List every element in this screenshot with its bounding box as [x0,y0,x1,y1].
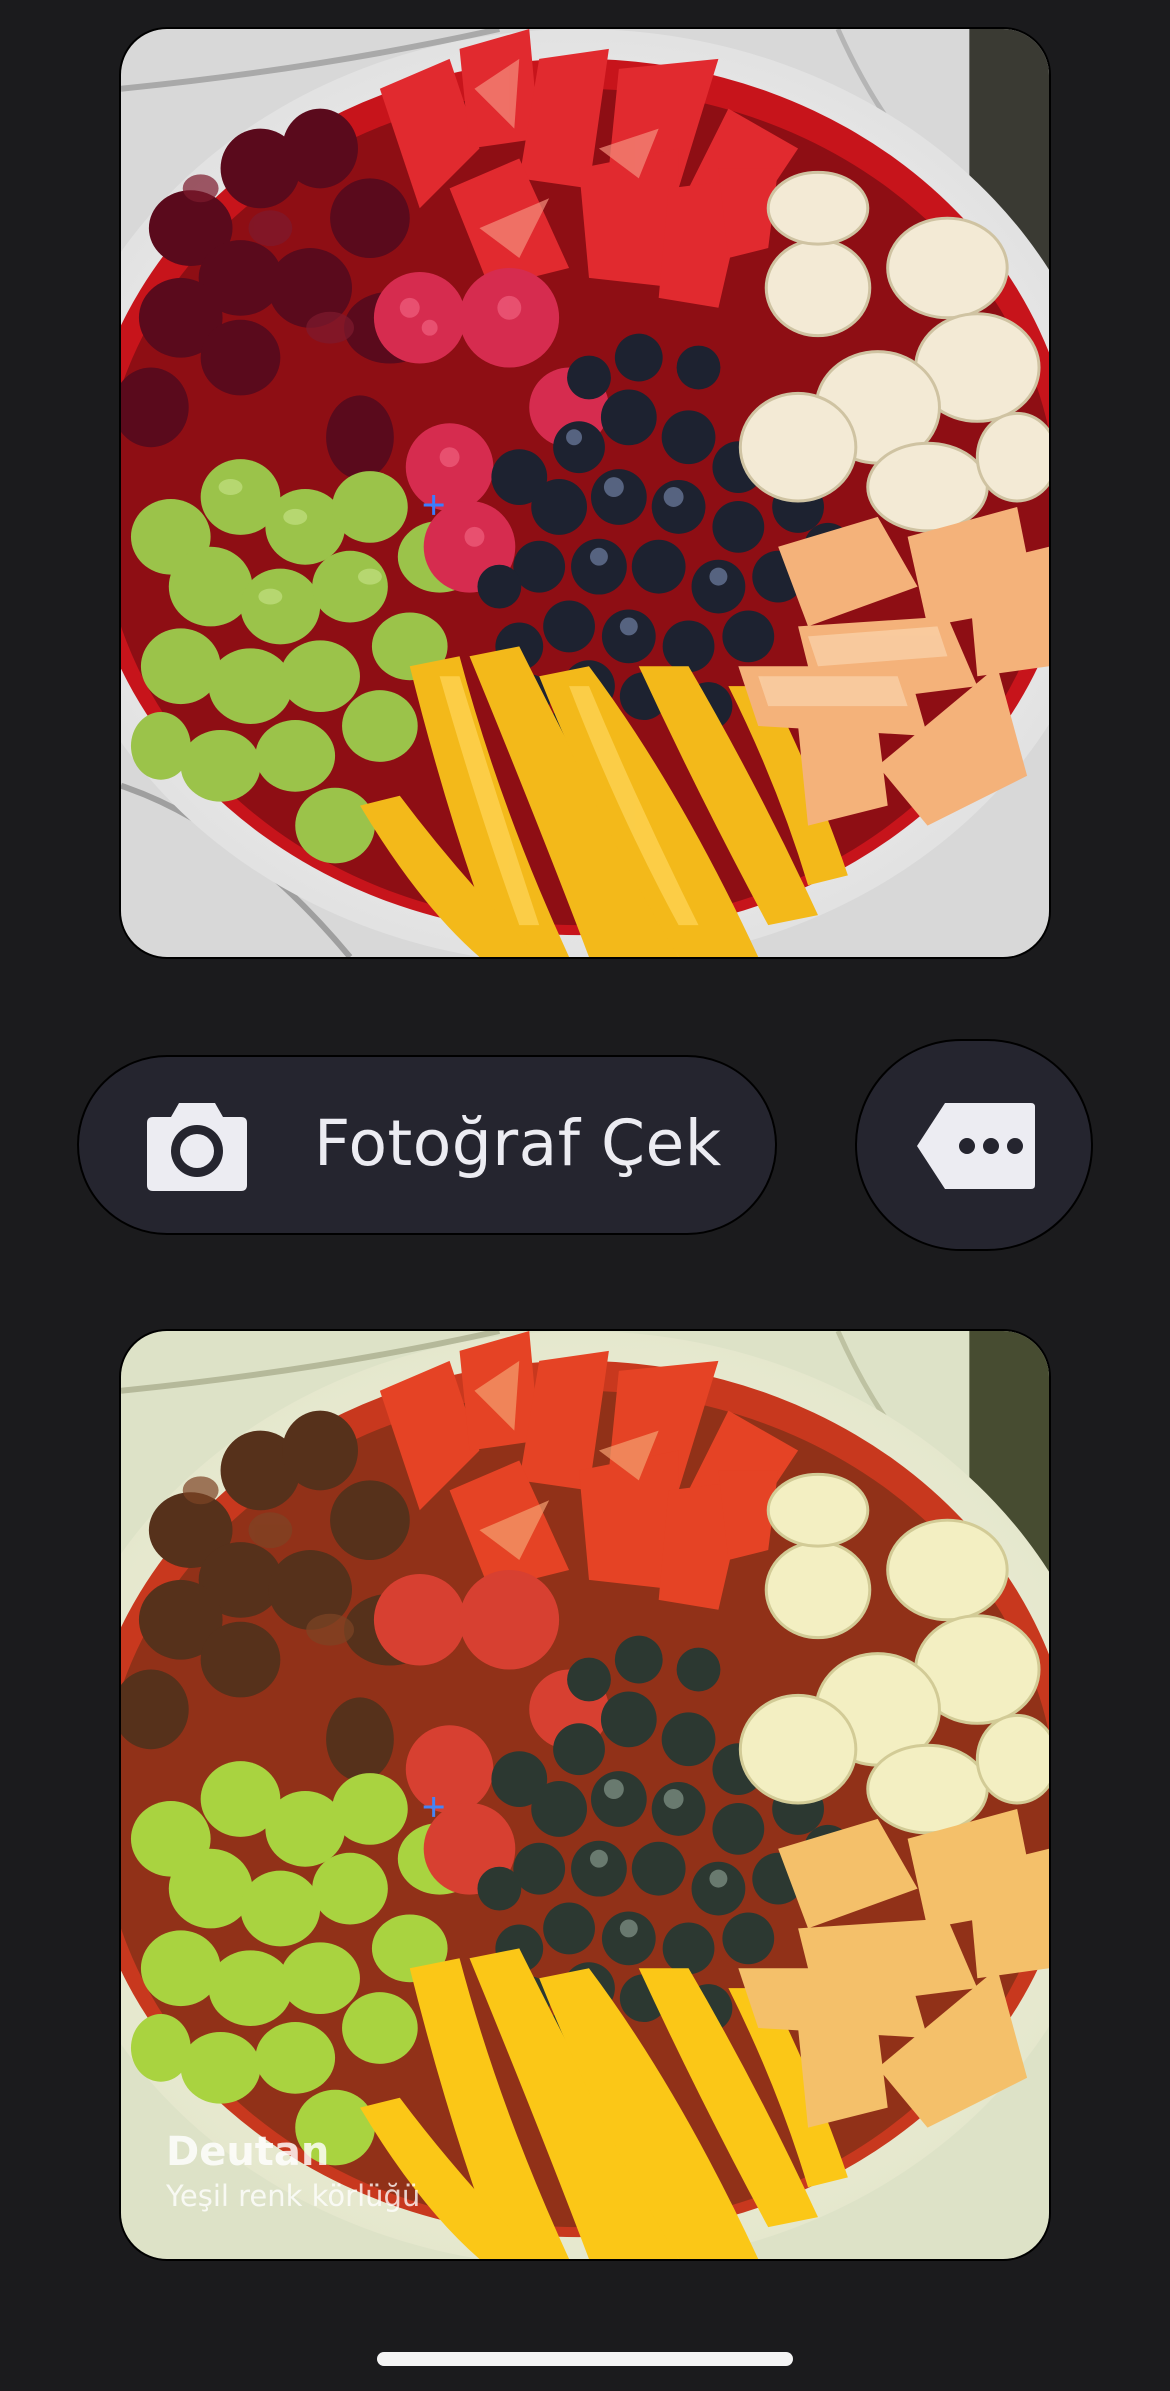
fruit-platter-image [121,29,1049,957]
filter-name: Deutan [166,2129,330,2175]
home-indicator[interactable] [377,2352,793,2366]
simulated-photo[interactable] [119,1329,1051,2261]
filter-caption: Deutan Yeşil renk körlüğü [166,2128,420,2216]
camera-icon [147,1103,247,1191]
fruit-platter-image-filtered [121,1331,1049,2259]
filter-description: Yeşil renk körlüğü [166,2179,421,2213]
take-photo-button[interactable]: Fotoğraf Çek [77,1055,777,1235]
more-options-tag-icon [917,1103,1035,1189]
take-photo-label: Fotoğraf Çek [314,1107,722,1180]
original-photo[interactable] [119,27,1051,959]
more-options-button[interactable] [855,1039,1093,1251]
